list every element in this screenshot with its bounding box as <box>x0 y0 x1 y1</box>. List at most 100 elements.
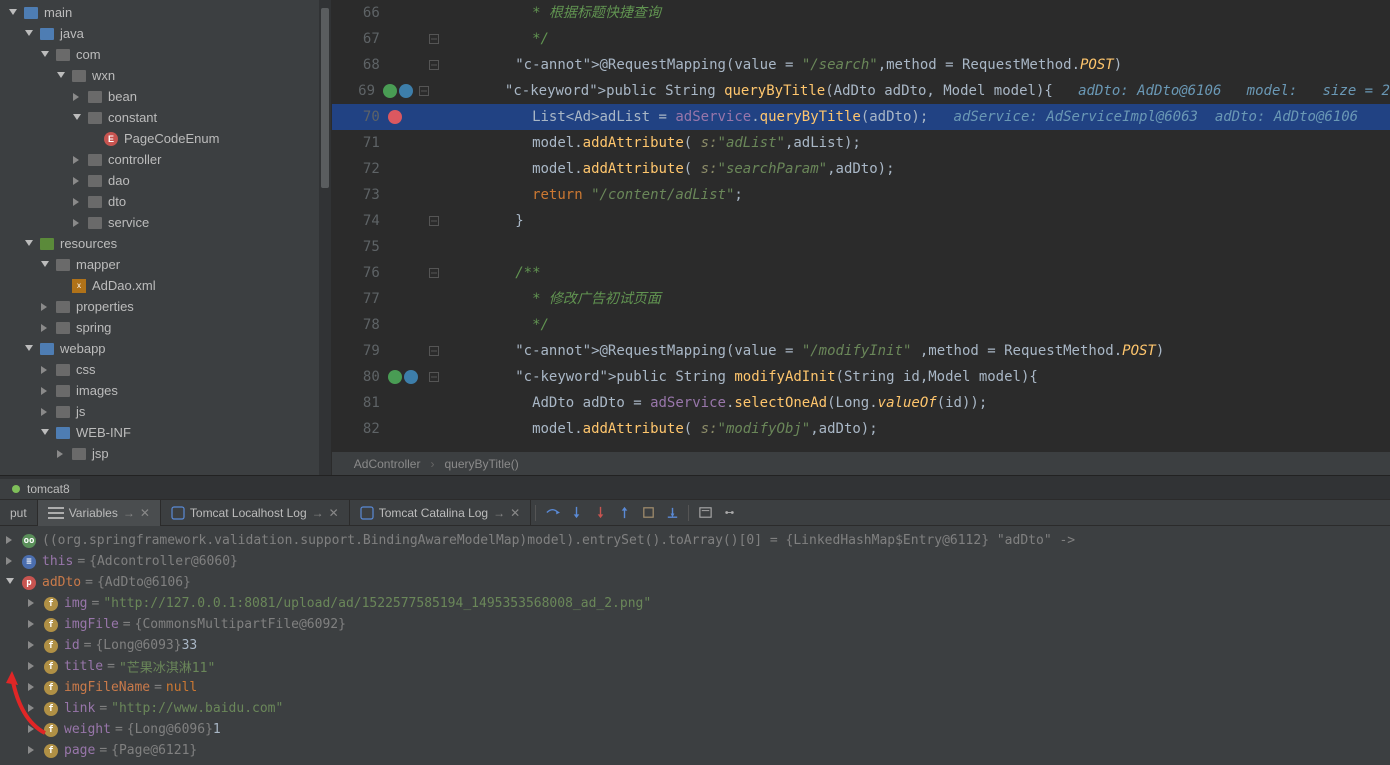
code-line[interactable]: 79 "c-annot">@RequestMapping(value = "/m… <box>332 338 1390 364</box>
code-line[interactable]: 80 "c-keyword">public String modifyAdIni… <box>332 364 1390 390</box>
tree-item-addao-xml[interactable]: x AdDao.xml <box>0 275 331 296</box>
tree-item-main[interactable]: main <box>0 2 331 23</box>
override-gutter-icon[interactable] <box>399 84 413 98</box>
var-field-row[interactable]: flink = "http://www.baidu.com" <box>6 698 1390 719</box>
package-icon <box>88 91 102 103</box>
debug-tab-output[interactable]: put <box>0 500 38 526</box>
folder-icon <box>40 343 54 355</box>
code-line[interactable]: 73 return "/content/adList"; <box>332 182 1390 208</box>
close-icon[interactable]: ✕ <box>329 506 339 520</box>
var-this-row[interactable]: ≡ this = {Adcontroller@6060} <box>6 551 1390 572</box>
close-icon[interactable]: ✕ <box>510 506 520 520</box>
project-tree[interactable]: main java com wxn <box>0 0 331 466</box>
run-gutter-icon[interactable] <box>388 370 402 384</box>
tree-item-webinf[interactable]: WEB-INF <box>0 422 331 443</box>
sidebar-scrollbar[interactable] <box>319 0 331 475</box>
tree-item-properties[interactable]: properties <box>0 296 331 317</box>
var-addto-row[interactable]: p adDto = {AdDto@6106} <box>6 572 1390 593</box>
tree-item-js[interactable]: js <box>0 401 331 422</box>
code-line[interactable]: 67 */ <box>332 26 1390 52</box>
code-area[interactable]: 66 * 根据标题快捷查询67 */68 "c-annot">@RequestM… <box>332 0 1390 451</box>
project-tree-panel[interactable]: main java com wxn <box>0 0 332 475</box>
code-line[interactable]: 77 * 修改广告初试页面 <box>332 286 1390 312</box>
evaluate-expression-icon[interactable] <box>694 502 716 524</box>
drop-frame-icon[interactable] <box>637 502 659 524</box>
folder-icon <box>56 259 70 271</box>
variables-tree[interactable]: oo ((org.springframework.validation.supp… <box>0 526 1390 765</box>
field-badge-icon: f <box>44 639 58 653</box>
server-log-icon <box>360 506 374 520</box>
run-gutter-icon[interactable] <box>383 84 397 98</box>
tree-item-bean[interactable]: bean <box>0 86 331 107</box>
tree-item-controller[interactable]: controller <box>0 149 331 170</box>
var-field-row[interactable]: fimg = "http://127.0.0.1:8081/upload/ad/… <box>6 593 1390 614</box>
code-line[interactable]: 71 model.addAttribute( s:"adList",adList… <box>332 130 1390 156</box>
code-line[interactable]: 76 /** <box>332 260 1390 286</box>
folder-icon <box>40 28 54 40</box>
code-line[interactable]: 72 model.addAttribute( s:"searchParam",a… <box>332 156 1390 182</box>
debug-toolbar[interactable]: put Variables → ✕ Tomcat Localhost Log →… <box>0 500 1390 526</box>
tree-item-service[interactable]: service <box>0 212 331 233</box>
tree-item-jsp[interactable]: jsp <box>0 443 331 464</box>
tree-item-dto[interactable]: dto <box>0 191 331 212</box>
var-field-row[interactable]: fid = {Long@6093} 33 <box>6 635 1390 656</box>
var-ref-label: {Adcontroller@6060} <box>89 554 238 569</box>
breadcrumb-class[interactable]: AdController <box>354 457 421 471</box>
var-field-row[interactable]: fimgFile = {CommonsMultipartFile@6092} <box>6 614 1390 635</box>
tree-label: AdDao.xml <box>92 278 156 293</box>
code-line[interactable]: 69 "c-keyword">public String queryByTitl… <box>332 78 1390 104</box>
tree-item-resources[interactable]: resources <box>0 233 331 254</box>
tree-item-images[interactable]: images <box>0 380 331 401</box>
var-ref-label: {AdDto@6106} <box>97 575 191 590</box>
debug-tab-tomcat-localhost[interactable]: Tomcat Localhost Log → ✕ <box>161 500 350 526</box>
code-line[interactable]: 66 * 根据标题快捷查询 <box>332 0 1390 26</box>
breakpoint-icon[interactable] <box>388 110 402 124</box>
code-line[interactable]: 75 <box>332 234 1390 260</box>
force-step-into-icon[interactable] <box>589 502 611 524</box>
code-line[interactable]: 81 AdDto adDto = adService.selectOneAd(L… <box>332 390 1390 416</box>
var-field-row[interactable]: ftitle = "芒果冰淇淋11" <box>6 656 1390 677</box>
tree-item-com[interactable]: com <box>0 44 331 65</box>
tree-item-dao[interactable]: dao <box>0 170 331 191</box>
field-badge-icon: f <box>44 618 58 632</box>
code-line[interactable]: 74 } <box>332 208 1390 234</box>
close-icon[interactable]: ✕ <box>140 506 150 520</box>
enum-icon: E <box>104 132 118 146</box>
field-badge-icon: f <box>44 681 58 695</box>
trace-icon[interactable] <box>718 502 740 524</box>
var-field-row[interactable]: fweight = {Long@6096} 1 <box>6 719 1390 740</box>
debug-tab-tomcat-catalina[interactable]: Tomcat Catalina Log → ✕ <box>350 500 531 526</box>
tree-item-wxn[interactable]: wxn <box>0 65 331 86</box>
run-to-cursor-icon[interactable] <box>661 502 683 524</box>
var-name-label: page <box>64 743 95 758</box>
tree-item-java[interactable]: java <box>0 23 331 44</box>
package-icon <box>88 196 102 208</box>
breadcrumb-method[interactable]: queryByTitle() <box>444 457 518 471</box>
var-name-label: title <box>64 659 103 674</box>
tree-item-mapper[interactable]: mapper <box>0 254 331 275</box>
tree-label: webapp <box>60 341 106 356</box>
watch-expression-row[interactable]: oo ((org.springframework.validation.supp… <box>6 530 1390 551</box>
debug-tab-variables[interactable]: Variables → ✕ <box>38 500 161 526</box>
debug-run-tabbar[interactable]: tomcat8 <box>0 476 1390 500</box>
debug-run-tab-tomcat[interactable]: tomcat8 <box>0 479 80 499</box>
code-line[interactable]: 82 model.addAttribute( s:"modifyObj",adD… <box>332 416 1390 442</box>
tree-item-webapp[interactable]: webapp <box>0 338 331 359</box>
code-line[interactable]: 68 "c-annot">@RequestMapping(value = "/s… <box>332 52 1390 78</box>
tree-label: constant <box>108 110 157 125</box>
var-field-row[interactable]: fpage = {Page@6121} <box>6 740 1390 761</box>
tree-item-constant[interactable]: constant <box>0 107 331 128</box>
step-into-icon[interactable] <box>565 502 587 524</box>
step-over-icon[interactable] <box>541 502 563 524</box>
server-log-icon <box>171 506 185 520</box>
code-line[interactable]: 78 */ <box>332 312 1390 338</box>
step-out-icon[interactable] <box>613 502 635 524</box>
tree-item-spring[interactable]: spring <box>0 317 331 338</box>
breadcrumb-bar[interactable]: AdController › queryByTitle() <box>332 451 1390 475</box>
tree-label: images <box>76 383 118 398</box>
code-line[interactable]: 70 List<Ad>adList = adService.queryByTit… <box>332 104 1390 130</box>
tree-item-pagecodeenum[interactable]: E PageCodeEnum <box>0 128 331 149</box>
tree-item-css[interactable]: css <box>0 359 331 380</box>
var-field-row[interactable]: fimgFileName = null <box>6 677 1390 698</box>
override-gutter-icon[interactable] <box>404 370 418 384</box>
